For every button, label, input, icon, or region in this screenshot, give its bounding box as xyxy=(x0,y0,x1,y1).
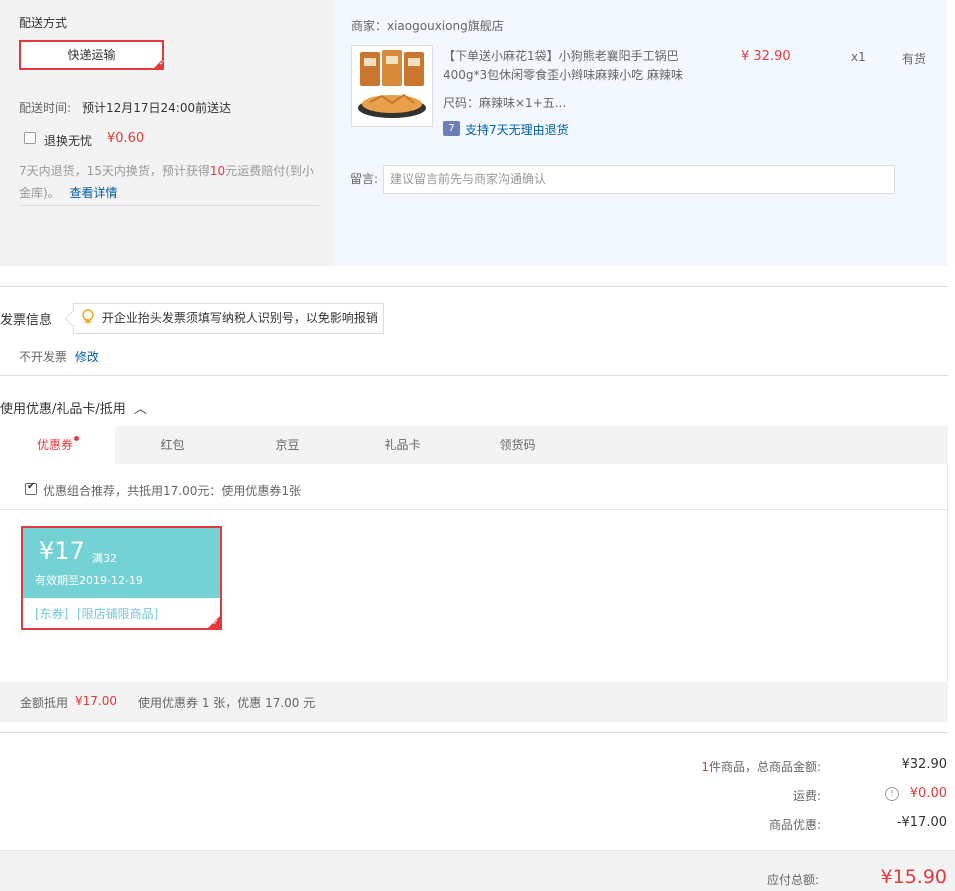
divider xyxy=(19,205,319,206)
product-quantity: x1 xyxy=(851,50,866,64)
recommend-checkbox[interactable] xyxy=(25,481,37,495)
divider xyxy=(947,464,948,682)
divider xyxy=(0,509,948,510)
freight-label: 运费: xyxy=(792,789,821,803)
payable-amount: ¥15.90 xyxy=(880,866,947,888)
payable-bar: 应付总额: ¥15.90 xyxy=(0,850,955,891)
insurance-price: ¥0.60 xyxy=(107,131,145,146)
view-details-link[interactable]: 查看详情 xyxy=(70,186,118,200)
merchant-name: 商家：xiaogouxiong旗舰店 xyxy=(351,19,504,33)
info-icon[interactable]: ! xyxy=(885,787,899,801)
invoice-tip-text: 开企业抬头发票须填写纳税人识别号，以免影响报销 xyxy=(101,311,378,325)
remark-input[interactable]: 建议留言前先与商家沟通确认 xyxy=(383,165,895,194)
invoice-tip: 开企业抬头发票须填写纳税人识别号，以免影响报销 xyxy=(73,303,384,334)
shipping-method-label: 快递运输 xyxy=(67,48,116,62)
lightbulb-icon xyxy=(82,309,94,323)
summary-amount: ¥17.00 xyxy=(75,694,117,708)
coupon-card[interactable]: ¥17 满32 有效期至2019-12-19 [东券] [限店铺限商品] ✓ xyxy=(21,526,222,630)
coupon-tag-limit: [限店铺限商品] xyxy=(77,607,159,621)
selected-check-icon xyxy=(152,58,165,70)
product-discount-label: 商品优惠: xyxy=(768,818,821,832)
discount-tabs: 优惠券 红包 京豆 礼品卡 领货码 xyxy=(0,426,948,464)
summary-label: 金额抵用 xyxy=(20,696,69,710)
product-thumbnail-icon xyxy=(352,46,432,126)
invoice-status: 不开发票 修改 xyxy=(19,348,99,365)
merchant-panel xyxy=(333,0,947,266)
product-discount-amount: -¥17.00 xyxy=(896,815,947,830)
section-divider xyxy=(0,375,948,376)
discount-summary: 金额抵用 ¥17.00 使用优惠券 1 张，优惠 17.00 元 xyxy=(0,682,948,722)
invoice-edit-link[interactable]: 修改 xyxy=(75,350,99,364)
tab-gift-card[interactable]: 礼品卡 xyxy=(345,426,460,464)
goods-label: 件商品，总商品金额: xyxy=(708,760,821,774)
insurance-desc-text: 7天内退货，15天内换货，预计获得 xyxy=(19,164,210,178)
item-count: 1 xyxy=(701,760,709,774)
recommend-text: 优惠组合推荐，共抵用17.00元：使用优惠券1张 xyxy=(43,484,301,498)
product-price: ¥ 32.90 xyxy=(741,49,791,64)
coupon-amount: ¥17 xyxy=(39,537,85,565)
goods-total-amount: ¥32.90 xyxy=(901,757,948,772)
insurance-desc-text-2: 元运费赔付(到小 xyxy=(225,164,314,178)
return-badge-text: 7 xyxy=(448,123,455,134)
check-icon: ✓ xyxy=(212,618,219,627)
return-policy-text: 支持7天无理由退货 xyxy=(465,123,569,137)
coupon-condition: 满32 xyxy=(92,552,117,565)
insurance-desc-amount: 10 xyxy=(209,164,226,178)
insurance-label[interactable]: 退换无忧 xyxy=(44,132,92,149)
coupon-header: ¥17 满32 有效期至2019-12-19 xyxy=(23,528,220,598)
discount-title: 使用优惠/礼品卡/抵用 xyxy=(0,402,126,417)
product-title[interactable]: 【下单送小麻花1袋】小狗熊老襄阳手工锅巴 400g*3包休闲零食歪小辫味麻辣小吃… xyxy=(443,47,688,85)
tab-red-packets[interactable]: 红包 xyxy=(115,426,230,464)
product-stock: 有货 xyxy=(902,52,927,66)
coupon-expiry: 有效期至2019-12-19 xyxy=(35,574,143,587)
delivery-time-value: 预计12月17日24:00前送达 xyxy=(82,101,232,115)
tab-coupons-label: 优惠券 xyxy=(36,438,73,452)
shipping-method-button[interactable]: 快递运输 xyxy=(19,40,165,70)
tab-coupons[interactable]: 优惠券 xyxy=(0,426,115,464)
insurance-description: 7天内退货，15天内换货，预计获得10元运费赔付(到小 金库)。 查看详情 xyxy=(19,160,319,204)
summary-detail: 使用优惠券 1 张，优惠 17.00 元 xyxy=(138,696,316,710)
shipping-title: 配送方式 xyxy=(19,16,68,30)
tab-jingdou[interactable]: 京豆 xyxy=(230,426,345,464)
goods-total-label: 1件商品，总商品金额: xyxy=(701,758,821,775)
section-divider xyxy=(0,286,948,287)
invoice-status-text: 不开发票 xyxy=(19,350,68,364)
product-spec: 尺码：麻辣味×1+五... xyxy=(443,96,567,110)
product-title-line2[interactable]: 400g*3包休闲零食歪小辫味麻辣小吃 麻辣味 xyxy=(443,68,683,82)
new-dot-icon xyxy=(74,436,79,441)
insurance-checkbox[interactable] xyxy=(24,132,36,144)
freight-amount: ¥0.00 xyxy=(909,786,947,801)
delivery-time-label: 配送时间: xyxy=(19,101,72,115)
product-title-line1[interactable]: 【下单送小麻花1袋】小狗熊老襄阳手工锅巴 xyxy=(443,49,679,63)
section-divider xyxy=(0,732,948,733)
product-image[interactable] xyxy=(351,45,433,127)
tab-redeem-code[interactable]: 领货码 xyxy=(460,426,575,464)
coupon-tag-jd: [东券] xyxy=(35,607,69,621)
payable-label: 应付总额: xyxy=(766,873,819,887)
chevron-up-icon: ︿ xyxy=(133,402,147,417)
insurance-desc-line2: 金库)。 xyxy=(19,186,60,200)
remark-label: 留言: xyxy=(350,172,379,186)
return-badge-icon: 7 xyxy=(443,121,460,136)
invoice-title: 发票信息 xyxy=(0,313,53,328)
discount-toggle[interactable]: 使用优惠/礼品卡/抵用 ︿ xyxy=(0,398,147,417)
